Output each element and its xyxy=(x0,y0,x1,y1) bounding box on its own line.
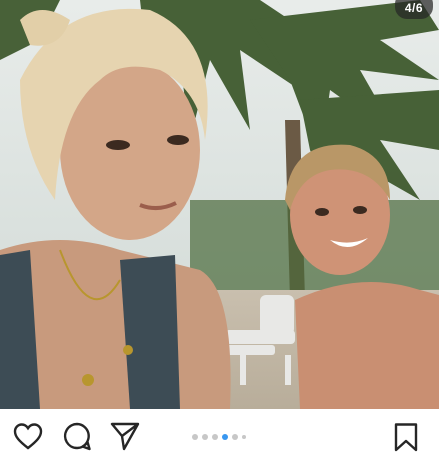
heart-outline-icon[interactable] xyxy=(13,421,43,451)
carousel-dot-active xyxy=(222,434,228,440)
post-photo[interactable]: 4/6 xyxy=(0,0,439,409)
paper-plane-icon[interactable] xyxy=(110,421,140,451)
carousel-dot xyxy=(202,434,208,440)
instagram-post: 4/6 xyxy=(0,0,439,452)
carousel-dot xyxy=(242,435,246,439)
carousel-dot xyxy=(192,434,198,440)
bookmark-icon[interactable] xyxy=(391,422,421,452)
carousel-indicator xyxy=(192,434,246,440)
comment-bubble-icon[interactable] xyxy=(62,421,92,451)
carousel-dot xyxy=(232,434,238,440)
post-action-bar xyxy=(0,409,439,452)
carousel-dot xyxy=(212,434,218,440)
image-counter-badge: 4/6 xyxy=(394,0,433,19)
photo-illustration xyxy=(0,0,439,409)
